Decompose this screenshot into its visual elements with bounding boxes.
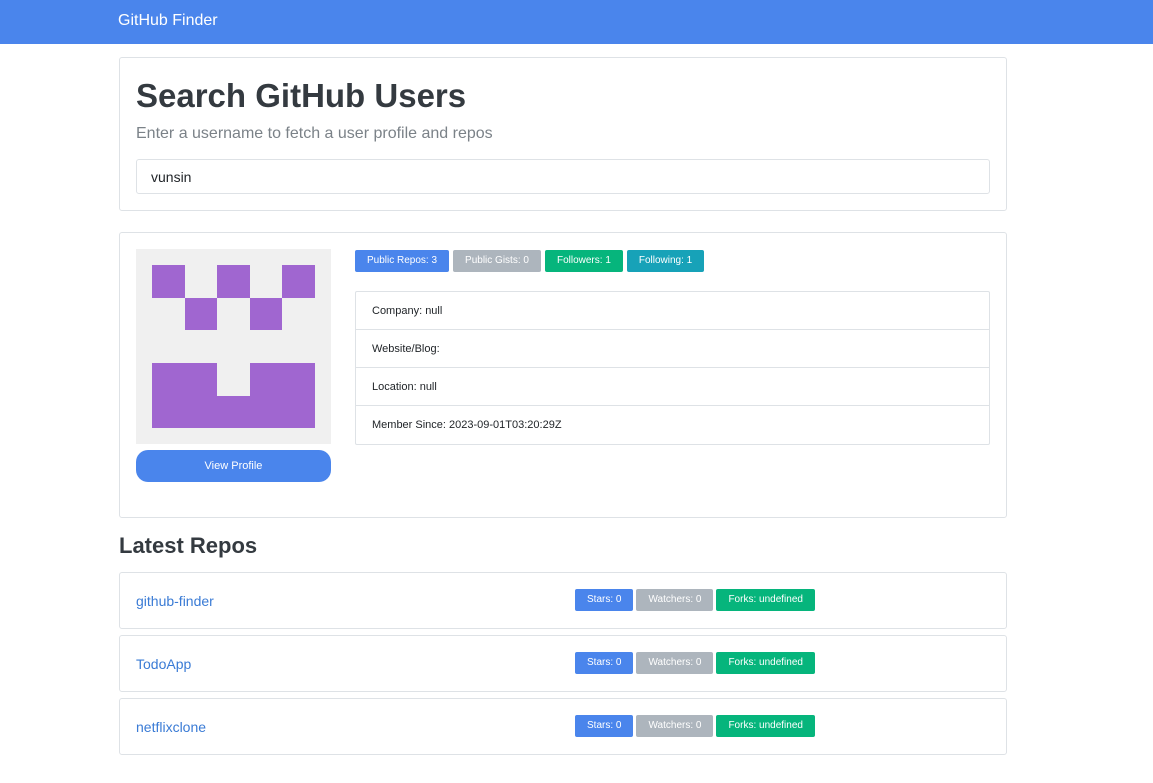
profile-card: View Profile Public Repos: 3 Public Gist… bbox=[119, 232, 1007, 518]
search-subtitle: Enter a username to fetch a user profile… bbox=[136, 125, 493, 142]
repo-link[interactable]: github-finder bbox=[136, 591, 214, 611]
repo-card: github-finder Stars: 0 Watchers: 0 Forks… bbox=[119, 572, 1007, 629]
location-item: Location: null bbox=[356, 368, 989, 406]
repo-card: netflixclone Stars: 0 Watchers: 0 Forks:… bbox=[119, 698, 1007, 755]
repo-stats: Stars: 0 Watchers: 0 Forks: undefined bbox=[575, 715, 815, 737]
repo-stats: Stars: 0 Watchers: 0 Forks: undefined bbox=[575, 589, 815, 611]
profile-details: Company: null Website/Blog: Location: nu… bbox=[355, 291, 990, 445]
repo-card: TodoApp Stars: 0 Watchers: 0 Forks: unde… bbox=[119, 635, 1007, 692]
forks-badge: Forks: undefined bbox=[716, 589, 815, 611]
view-profile-button[interactable]: View Profile bbox=[136, 450, 331, 482]
public-repos-badge: Public Repos: 3 bbox=[355, 250, 450, 272]
brand-link[interactable]: GitHub Finder bbox=[118, 10, 218, 32]
profile-stats: Public Repos: 3 Public Gists: 0 Follower… bbox=[355, 250, 705, 272]
forks-badge: Forks: undefined bbox=[716, 652, 815, 674]
navbar: GitHub Finder bbox=[0, 0, 1153, 44]
public-gists-badge: Public Gists: 0 bbox=[453, 250, 541, 272]
avatar bbox=[136, 249, 331, 444]
identicon-image bbox=[152, 265, 315, 428]
watchers-badge: Watchers: 0 bbox=[636, 652, 714, 674]
stars-badge: Stars: 0 bbox=[575, 589, 634, 611]
forks-badge: Forks: undefined bbox=[716, 715, 815, 737]
latest-repos-heading: Latest Repos bbox=[119, 533, 258, 558]
search-card: Search GitHub Users Enter a username to … bbox=[119, 57, 1007, 211]
watchers-badge: Watchers: 0 bbox=[636, 715, 714, 737]
search-input[interactable] bbox=[136, 159, 990, 194]
followers-badge: Followers: 1 bbox=[544, 250, 623, 272]
website-item: Website/Blog: bbox=[356, 330, 989, 368]
member-since-item: Member Since: 2023-09-01T03:20:29Z bbox=[372, 419, 562, 431]
repo-link[interactable]: netflixclone bbox=[136, 717, 206, 737]
watchers-badge: Watchers: 0 bbox=[636, 589, 714, 611]
following-badge: Following: 1 bbox=[626, 250, 705, 272]
repo-stats: Stars: 0 Watchers: 0 Forks: undefined bbox=[575, 652, 815, 674]
stars-badge: Stars: 0 bbox=[575, 652, 634, 674]
company-item: Company: null bbox=[356, 292, 989, 330]
stars-badge: Stars: 0 bbox=[575, 715, 634, 737]
page-title: Search GitHub Users bbox=[136, 77, 467, 114]
repo-link[interactable]: TodoApp bbox=[136, 654, 191, 674]
